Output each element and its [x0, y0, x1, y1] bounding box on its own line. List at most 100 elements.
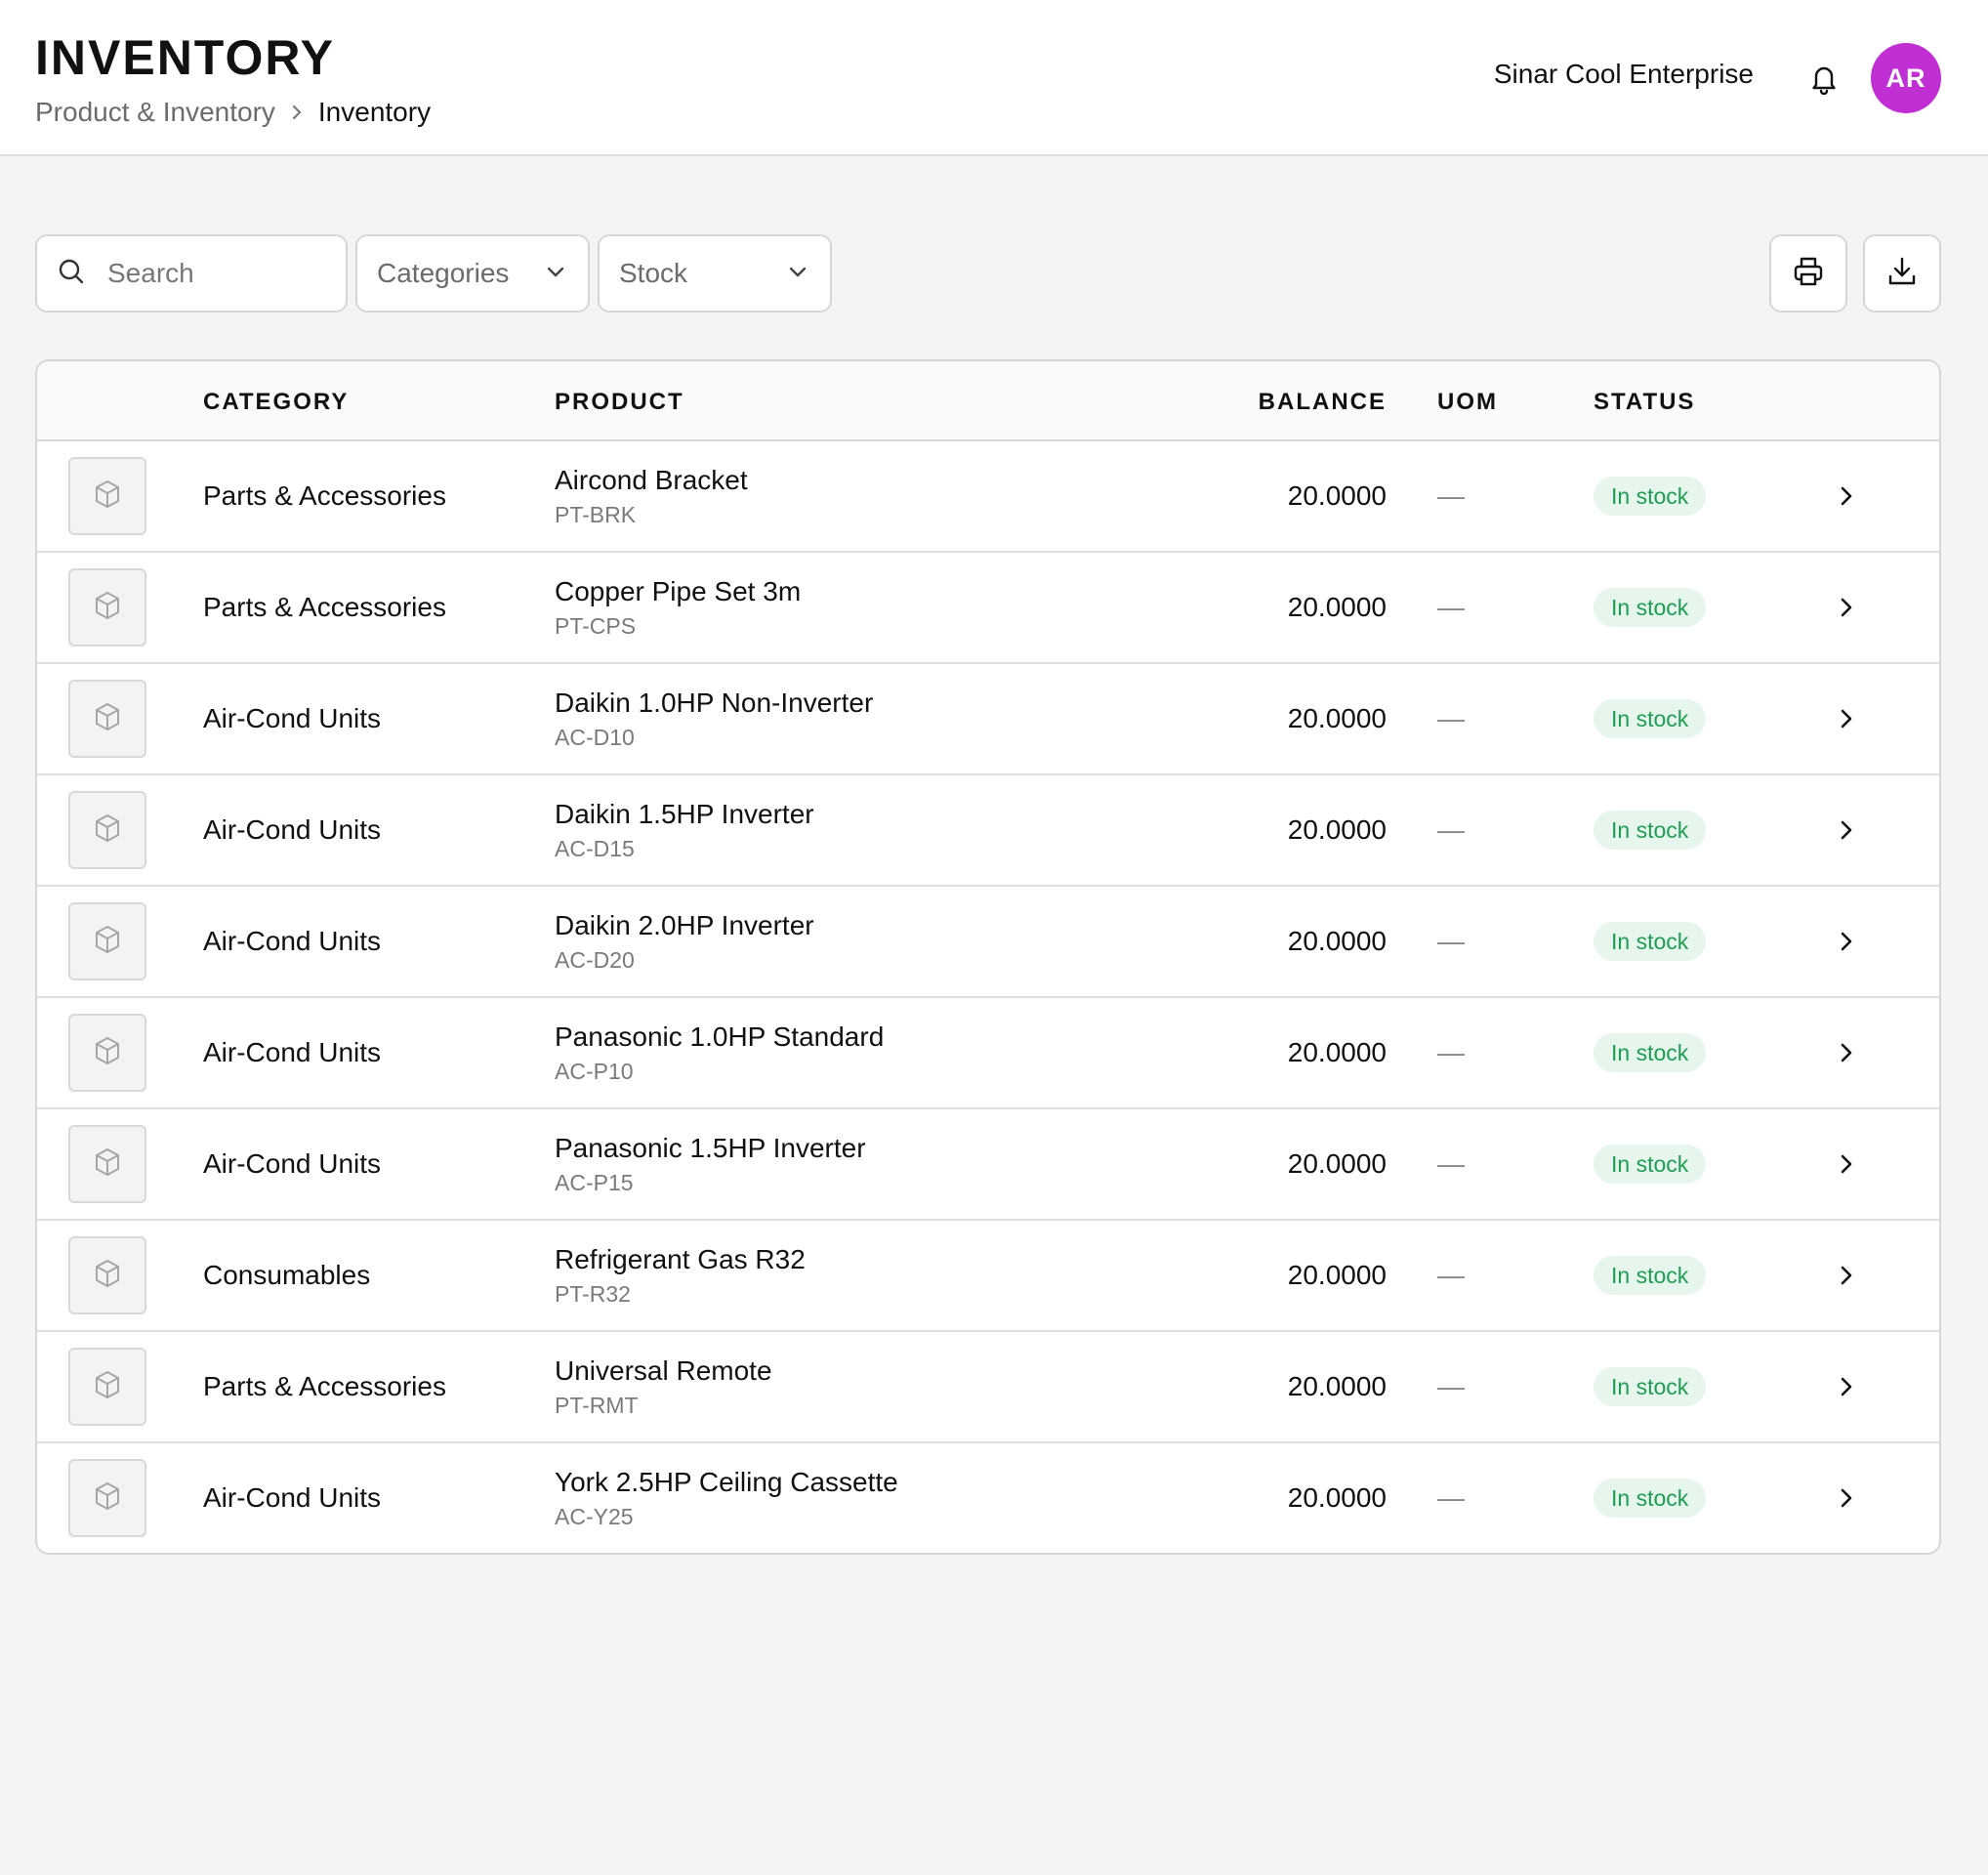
row-balance: 20.0000	[1287, 1482, 1387, 1513]
table-row[interactable]: Air-Cond Units Panasonic 1.5HP Inverter …	[37, 1109, 1939, 1221]
column-header-uom: UOM	[1437, 389, 1498, 415]
table-header: CATEGORY PRODUCT BALANCE UOM STATUS	[37, 361, 1939, 441]
box-icon	[93, 1146, 122, 1183]
chevron-right-icon[interactable]	[1832, 1149, 1861, 1179]
table-row[interactable]: Parts & Accessories Universal Remote PT-…	[37, 1332, 1939, 1443]
table-row[interactable]: Parts & Accessories Copper Pipe Set 3m P…	[37, 553, 1939, 664]
company-name[interactable]: Sinar Cool Enterprise	[1494, 59, 1754, 90]
chevron-right-icon[interactable]	[1832, 1372, 1861, 1401]
row-uom: —	[1437, 592, 1465, 622]
download-button[interactable]	[1863, 234, 1941, 312]
download-icon	[1885, 255, 1919, 293]
row-category: Consumables	[203, 1260, 371, 1290]
breadcrumb-current: Inventory	[317, 97, 432, 127]
product-thumbnail	[68, 680, 146, 758]
chevron-right-icon[interactable]	[1832, 815, 1861, 845]
chevron-right-icon[interactable]	[1832, 481, 1861, 511]
status-badge: In stock	[1594, 1367, 1707, 1406]
product-thumbnail	[68, 1014, 146, 1092]
row-category: Air-Cond Units	[203, 1482, 382, 1513]
row-category: Parts & Accessories	[203, 480, 446, 511]
table-row[interactable]: Air-Cond Units Panasonic 1.0HP Standard …	[37, 998, 1939, 1109]
table-row[interactable]: Air-Cond Units Daikin 2.0HP Inverter AC-…	[37, 887, 1939, 998]
chevron-down-icon	[545, 258, 566, 289]
row-balance: 20.0000	[1287, 1148, 1387, 1179]
status-badge: In stock	[1594, 477, 1707, 516]
box-icon	[93, 1035, 122, 1071]
chevron-right-icon[interactable]	[1832, 927, 1861, 956]
column-header-product: PRODUCT	[555, 389, 684, 415]
categories-dropdown[interactable]: Categories	[355, 234, 590, 312]
table-body: Parts & Accessories Aircond Bracket PT-B…	[37, 441, 1939, 1553]
status-badge: In stock	[1594, 1256, 1707, 1295]
page-title: INVENTORY	[35, 30, 335, 85]
row-product-code: AC-P10	[555, 1059, 634, 1084]
box-icon	[93, 479, 122, 515]
categories-dropdown-label: Categories	[377, 258, 510, 288]
chevron-right-icon[interactable]	[1832, 1483, 1861, 1513]
row-uom: —	[1437, 814, 1465, 845]
row-product-name: Refrigerant Gas R32	[555, 1244, 806, 1274]
row-product-name: Daikin 1.0HP Non-Inverter	[555, 688, 874, 718]
avatar[interactable]: AR	[1871, 43, 1941, 113]
print-button[interactable]	[1769, 234, 1847, 312]
column-header-balance: BALANCE	[1258, 389, 1387, 415]
chevron-right-icon[interactable]	[1832, 1038, 1861, 1067]
row-balance: 20.0000	[1287, 703, 1387, 733]
row-product-name: Panasonic 1.0HP Standard	[555, 1021, 885, 1052]
row-product-code: AC-D20	[555, 947, 635, 973]
row-uom: —	[1437, 1260, 1465, 1290]
inventory-table: CATEGORY PRODUCT BALANCE UOM STATUS Part…	[35, 359, 1941, 1555]
box-icon	[93, 1369, 122, 1405]
row-product-code: AC-D10	[555, 725, 635, 750]
row-product-name: Panasonic 1.5HP Inverter	[555, 1133, 866, 1163]
search-input[interactable]	[107, 258, 322, 289]
row-balance: 20.0000	[1287, 926, 1387, 956]
stock-dropdown[interactable]: Stock	[598, 234, 832, 312]
table-row[interactable]: Air-Cond Units Daikin 1.5HP Inverter AC-…	[37, 775, 1939, 887]
bell-icon[interactable]	[1806, 61, 1842, 96]
product-thumbnail	[68, 1236, 146, 1314]
row-product-name: Daikin 1.5HP Inverter	[555, 799, 814, 829]
column-header-status: STATUS	[1594, 389, 1696, 415]
row-product-name: Daikin 2.0HP Inverter	[555, 910, 814, 940]
row-product-code: PT-RMT	[555, 1393, 639, 1418]
product-thumbnail	[68, 568, 146, 646]
row-uom: —	[1437, 703, 1465, 733]
product-thumbnail	[68, 1459, 146, 1537]
product-thumbnail	[68, 1125, 146, 1203]
row-product-name: Copper Pipe Set 3m	[555, 576, 802, 606]
status-badge: In stock	[1594, 699, 1707, 738]
table-row[interactable]: Parts & Accessories Aircond Bracket PT-B…	[37, 441, 1939, 553]
chevron-right-icon[interactable]	[1832, 593, 1861, 622]
row-product-name: York 2.5HP Ceiling Cassette	[555, 1467, 898, 1497]
row-product-code: PT-BRK	[555, 502, 637, 527]
chevron-right-icon[interactable]	[1832, 1261, 1861, 1290]
search-box[interactable]	[35, 234, 348, 312]
table-row[interactable]: Air-Cond Units York 2.5HP Ceiling Casset…	[37, 1443, 1939, 1553]
breadcrumb: Product & Inventory Inventory	[35, 96, 431, 129]
row-uom: —	[1437, 1482, 1465, 1513]
row-product-code: AC-P15	[555, 1170, 634, 1195]
row-category: Air-Cond Units	[203, 1148, 382, 1179]
row-product-code: AC-Y25	[555, 1504, 634, 1529]
product-thumbnail	[68, 791, 146, 869]
row-balance: 20.0000	[1287, 480, 1387, 511]
chevron-right-icon[interactable]	[1832, 704, 1861, 733]
row-uom: —	[1437, 926, 1465, 956]
row-category: Air-Cond Units	[203, 926, 382, 956]
row-category: Parts & Accessories	[203, 592, 446, 622]
row-category: Air-Cond Units	[203, 1037, 382, 1067]
box-icon	[93, 1258, 122, 1294]
row-product-code: AC-D15	[555, 836, 635, 861]
chevron-down-icon	[787, 258, 808, 289]
product-thumbnail	[68, 902, 146, 980]
row-product-code: PT-CPS	[555, 613, 637, 639]
breadcrumb-parent-link[interactable]: Product & Inventory	[35, 97, 275, 128]
table-row[interactable]: Air-Cond Units Daikin 1.0HP Non-Inverter…	[37, 664, 1939, 775]
column-header-category: CATEGORY	[203, 389, 350, 415]
chevron-right-icon	[289, 103, 305, 122]
table-row[interactable]: Consumables Refrigerant Gas R32 PT-R32 2…	[37, 1221, 1939, 1332]
search-icon	[57, 257, 86, 291]
box-icon	[93, 590, 122, 626]
